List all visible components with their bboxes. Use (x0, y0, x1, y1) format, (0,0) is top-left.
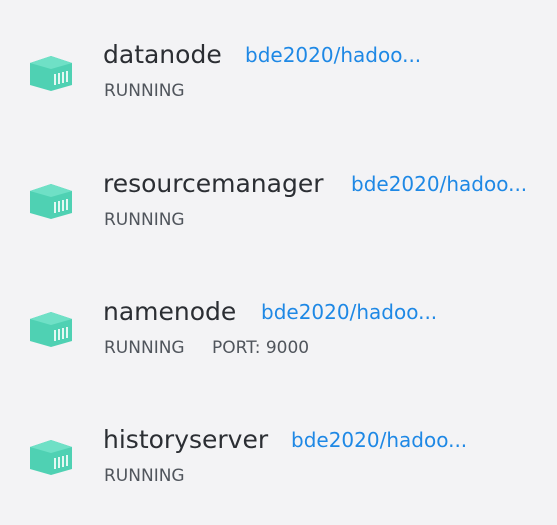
container-name[interactable]: datanode (103, 40, 222, 70)
container-list: datanode bde2020/hadoo... RUNNING resour… (0, 0, 557, 487)
container-image-link[interactable]: bde2020/hadoo... (351, 171, 527, 197)
status-text: RUNNING (104, 338, 185, 358)
container-image-link[interactable]: bde2020/hadoo... (261, 299, 437, 325)
container-image-link[interactable]: bde2020/hadoo... (291, 427, 467, 453)
port-text: PORT: 9000 (212, 338, 310, 358)
status-text: RUNNING (104, 466, 185, 486)
container-meta: RUNNING (104, 465, 207, 487)
container-name[interactable]: resourcemanager (103, 169, 324, 199)
container-row-namenode[interactable]: namenode bde2020/hadoo... RUNNING PORT: … (0, 297, 557, 397)
status-text: RUNNING (104, 81, 185, 101)
container-icon (28, 182, 74, 220)
container-row-datanode[interactable]: datanode bde2020/hadoo... RUNNING (0, 40, 557, 140)
container-row-resourcemanager[interactable]: resourcemanager bde2020/hadoo... RUNNING (0, 169, 557, 269)
container-image-link[interactable]: bde2020/hadoo... (245, 42, 421, 68)
container-row-historyserver[interactable]: historyserver bde2020/hadoo... RUNNING (0, 425, 557, 525)
container-meta: RUNNING (104, 209, 207, 231)
container-name[interactable]: namenode (103, 297, 236, 327)
container-icon (28, 310, 74, 348)
container-icon (28, 54, 74, 92)
container-meta: RUNNING (104, 80, 207, 102)
container-icon (28, 438, 74, 476)
status-text: RUNNING (104, 210, 185, 230)
container-name[interactable]: historyserver (103, 425, 268, 455)
container-meta: RUNNING PORT: 9000 (104, 337, 331, 359)
